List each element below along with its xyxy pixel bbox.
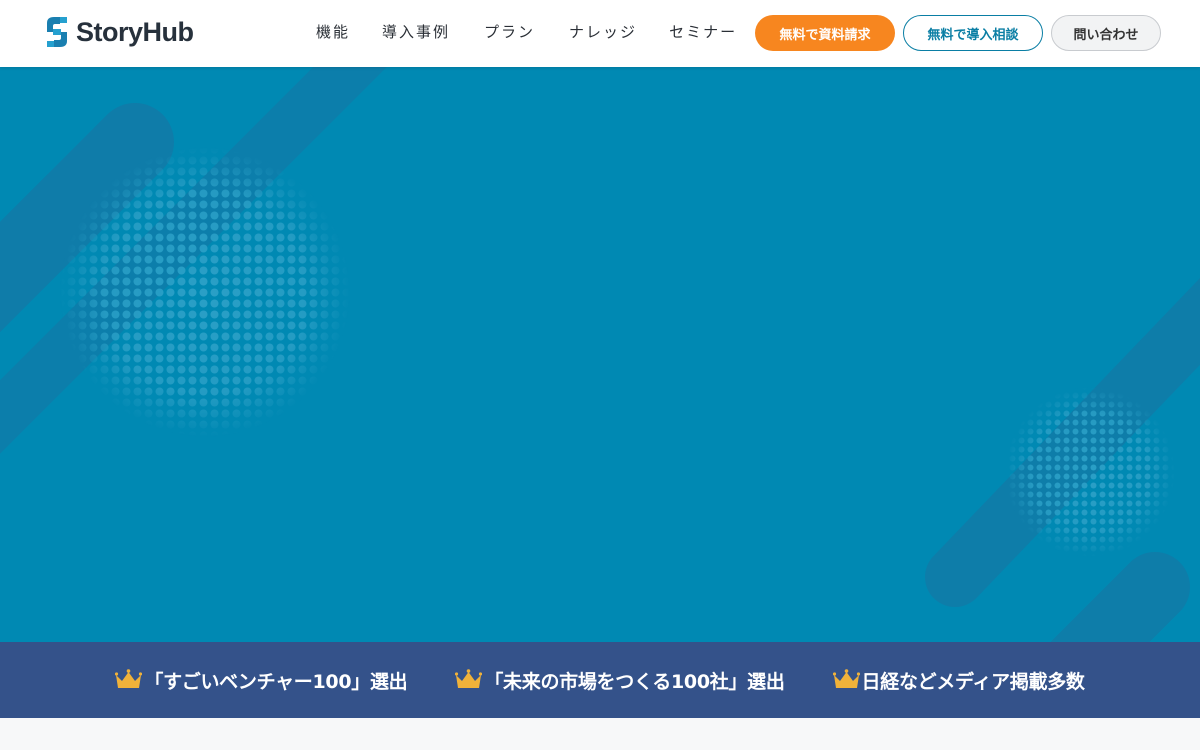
consultation-button[interactable]: 無料で導入相談 — [903, 15, 1043, 51]
award-item: 日経などメディア掲載多数 — [832, 667, 1085, 694]
hero-decoration — [0, 67, 1200, 642]
site-header: StoryHub 機能 導入事例 プラン ナレッジ セミナー 無料で資料請求 無… — [0, 0, 1200, 67]
crown-icon — [832, 669, 860, 688]
awards-band: 「すごいベンチャー100」選出 「未来の市場をつくる100社」選出 日経などメデ… — [0, 642, 1200, 718]
award-text: 「すごいベンチャー100」選出 — [144, 670, 408, 693]
award-text: 「未来の市場をつくる100社」選出 — [484, 670, 785, 693]
nav-item-knowledge[interactable]: ナレッジ — [569, 22, 637, 42]
brand-name: StoryHub — [76, 16, 194, 47]
nav-item-features[interactable]: 機能 — [316, 22, 350, 42]
nav-item-case-studies[interactable]: 導入事例 — [382, 22, 450, 42]
page-content-area — [0, 718, 1200, 750]
nav-item-plans[interactable]: プラン — [484, 22, 535, 42]
crown-icon — [455, 669, 483, 688]
award-item: 「未来の市場をつくる100社」選出 — [455, 667, 785, 694]
award-text: 日経などメディア掲載多数 — [861, 670, 1085, 693]
crown-icon — [115, 669, 143, 688]
nav-item-seminars[interactable]: セミナー — [669, 22, 737, 42]
contact-button[interactable]: 問い合わせ — [1051, 15, 1161, 51]
award-item: 「すごいベンチャー100」選出 — [115, 667, 408, 694]
request-docs-button[interactable]: 無料で資料請求 — [755, 15, 895, 51]
hero-banner — [0, 67, 1200, 642]
main-nav: 機能 導入事例 プラン ナレッジ セミナー — [316, 22, 770, 42]
logo[interactable]: StoryHub — [44, 14, 194, 50]
storyhub-logo-icon — [47, 17, 67, 47]
